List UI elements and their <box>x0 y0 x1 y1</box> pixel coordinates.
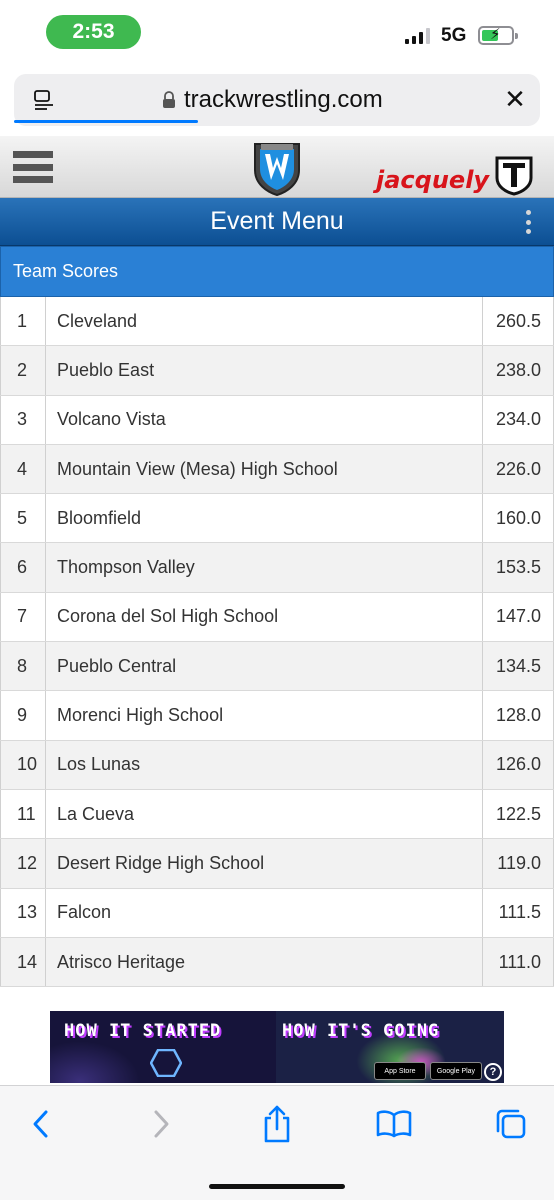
table-row[interactable]: 13 Falcon 111.5 <box>0 888 554 938</box>
address-bar[interactable]: trackwrestling.com ✕ <box>14 74 540 126</box>
rank-cell: 2 <box>0 346 46 395</box>
table-row[interactable]: 1 Cleveland 260.5 <box>0 297 554 347</box>
team-scores-table: 1 Cleveland 260.5 2 Pueblo East 238.0 3 Volcano… <box>0 297 554 1007</box>
score-cell: 160.0 <box>483 494 554 543</box>
team-name-cell[interactable]: Mountain View (Mesa) High School <box>46 444 483 494</box>
network-label: 5G <box>441 25 467 46</box>
team-name-cell[interactable]: Pueblo East <box>46 346 483 395</box>
sponsor-name[interactable]: jacquely <box>376 166 489 194</box>
trackwrestling-logo[interactable] <box>251 140 303 196</box>
browser-toolbar <box>0 1085 554 1200</box>
table-row[interactable]: 12 Desert Ridge High School 119.0 <box>0 839 554 889</box>
forward-icon[interactable] <box>141 1104 181 1144</box>
reader-icon[interactable] <box>32 88 56 112</box>
score-cell: 126.0 <box>483 740 554 789</box>
rank-cell: 10 <box>0 740 46 789</box>
ad-left-text: HOW IT STARTED <box>64 1021 222 1041</box>
rank-cell: 6 <box>0 543 46 592</box>
rank-cell: 4 <box>0 444 46 494</box>
table-row[interactable]: 4 Mountain View (Mesa) High School 226.0 <box>0 444 554 495</box>
score-cell: 153.5 <box>483 543 554 592</box>
team-name-cell[interactable]: Falcon <box>46 888 483 937</box>
rank-cell: 1 <box>0 297 46 346</box>
table-row[interactable]: 11 La Cueva 122.5 <box>0 789 554 840</box>
rank-cell: 3 <box>0 395 46 444</box>
team-scores-title: Team Scores <box>13 261 119 281</box>
team-name-cell[interactable]: Los Lunas <box>46 740 483 789</box>
score-cell: 238.0 <box>483 346 554 395</box>
site-header: jacquely <box>0 136 554 198</box>
kebab-menu-icon[interactable] <box>525 210 531 234</box>
score-cell: 147.0 <box>483 592 554 642</box>
table-row[interactable]: 10 Los Lunas 126.0 <box>0 740 554 790</box>
score-cell: 111.0 <box>483 937 554 987</box>
table-row[interactable]: 2 Pueblo East 238.0 <box>0 346 554 396</box>
status-bar: 2:53 5G ⚡ <box>0 0 554 66</box>
score-cell: 128.0 <box>483 691 554 740</box>
hexagon-icon <box>150 1049 182 1077</box>
rank-cell: 9 <box>0 691 46 740</box>
table-row[interactable]: 8 Pueblo Central 134.5 <box>0 642 554 692</box>
bookmarks-icon[interactable] <box>374 1104 414 1144</box>
share-icon[interactable] <box>257 1104 297 1144</box>
table-row[interactable]: 14 Atrisco Heritage 111.0 <box>0 937 554 988</box>
ad-right-panel[interactable]: HOW IT'S GOING App Store Google Play ? <box>276 1011 504 1083</box>
rank-cell: 14 <box>0 937 46 987</box>
ad-right-text: HOW IT'S GOING <box>282 1021 440 1041</box>
team-scores-header: Team Scores <box>0 246 554 297</box>
team-name-cell[interactable]: Corona del Sol High School <box>46 592 483 642</box>
signal-icon <box>405 28 430 44</box>
score-cell: 234.0 <box>483 395 554 444</box>
status-time[interactable]: 2:53 <box>46 15 141 49</box>
team-name-cell[interactable]: La Cueva <box>46 789 483 839</box>
team-name-cell[interactable]: Pueblo Central <box>46 642 483 691</box>
team-name-cell[interactable]: Bloomfield <box>46 494 483 543</box>
table-row[interactable]: 9 Morenci High School 128.0 <box>0 691 554 741</box>
ad-left-panel[interactable]: HOW IT STARTED <box>50 1011 276 1083</box>
google-play-badge[interactable]: Google Play <box>430 1062 482 1080</box>
table-row[interactable]: 3 Volcano Vista 234.0 <box>0 395 554 445</box>
close-icon[interactable]: ✕ <box>502 86 528 112</box>
team-name-cell[interactable]: Morenci High School <box>46 691 483 740</box>
team-name-cell[interactable]: Desert Ridge High School <box>46 839 483 888</box>
rank-cell: 5 <box>0 494 46 543</box>
rank-cell: 13 <box>0 888 46 937</box>
url-text[interactable]: trackwrestling.com <box>184 86 383 114</box>
hamburger-menu-icon[interactable] <box>13 151 53 183</box>
sponsor-logo-icon[interactable] <box>493 154 535 196</box>
table-row[interactable]: 5 Bloomfield 160.0 <box>0 494 554 544</box>
team-name-cell[interactable]: Atrisco Heritage <box>46 937 483 987</box>
lock-icon <box>163 91 175 108</box>
event-menu-bar[interactable]: Event Menu <box>0 198 554 246</box>
app-store-badge[interactable]: App Store <box>374 1062 426 1080</box>
back-icon[interactable] <box>21 1104 61 1144</box>
score-cell: 119.0 <box>483 839 554 888</box>
score-cell: 111.5 <box>483 888 554 937</box>
home-indicator <box>209 1184 345 1189</box>
score-cell: 122.5 <box>483 789 554 839</box>
ad-info-icon[interactable]: ? <box>484 1063 502 1081</box>
battery-charging-icon: ⚡ <box>478 26 518 45</box>
score-cell: 134.5 <box>483 642 554 691</box>
score-cell: 260.5 <box>483 297 554 346</box>
ad-area: HOW IT STARTED HOW IT'S GOING App Store … <box>0 1007 554 1085</box>
page-load-progress <box>14 120 198 123</box>
team-name-cell[interactable]: Cleveland <box>46 297 483 346</box>
browser-address-area: trackwrestling.com ✕ <box>0 66 554 136</box>
rank-cell: 8 <box>0 642 46 691</box>
event-menu-title[interactable]: Event Menu <box>0 207 554 236</box>
rank-cell: 12 <box>0 839 46 888</box>
table-row[interactable]: 7 Corona del Sol High School 147.0 <box>0 592 554 643</box>
team-name-cell[interactable]: Volcano Vista <box>46 395 483 444</box>
score-cell: 226.0 <box>483 444 554 494</box>
rank-cell: 7 <box>0 592 46 642</box>
ad-banner[interactable]: HOW IT STARTED HOW IT'S GOING App Store … <box>50 1011 504 1083</box>
table-row[interactable]: 6 Thompson Valley 153.5 <box>0 543 554 593</box>
rank-cell: 11 <box>0 789 46 839</box>
team-name-cell[interactable]: Thompson Valley <box>46 543 483 592</box>
store-badges: App Store Google Play <box>374 1062 482 1080</box>
tabs-icon[interactable] <box>491 1104 531 1144</box>
